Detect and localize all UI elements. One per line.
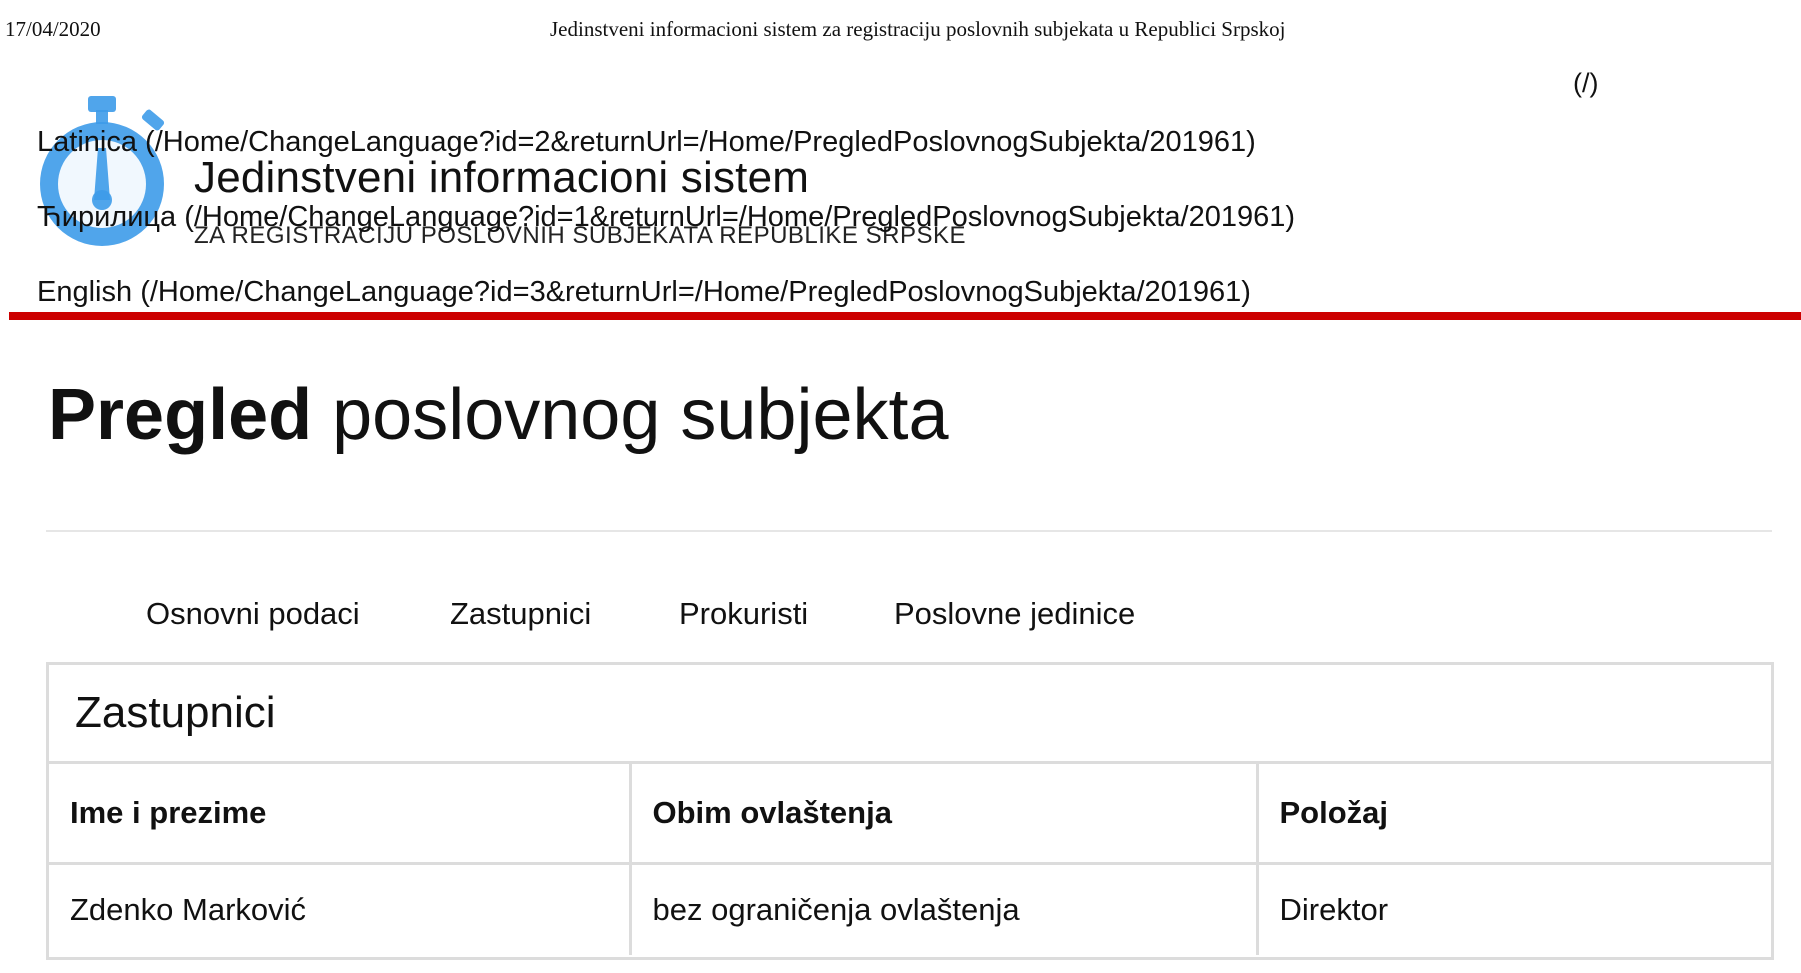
cell-authority: bez ograničenja ovlaštenja — [630, 863, 1259, 955]
section-divider — [46, 530, 1772, 532]
page-title-rest: poslovnog subjekta — [332, 375, 949, 455]
cell-name: Zdenko Marković — [49, 863, 632, 955]
language-url: (/Home/ChangeLanguage?id=3&returnUrl=/Ho… — [140, 276, 1251, 308]
tab-poslovne-jedinice[interactable]: Poslovne jedinice — [894, 596, 1135, 632]
column-header-authority: Obim ovlaštenja — [630, 764, 1259, 865]
tab-prokuristi[interactable]: Prokuristi — [679, 596, 808, 632]
language-url: (/Home/ChangeLanguage?id=1&returnUrl=/Ho… — [184, 201, 1295, 233]
print-date: 17/04/2020 — [5, 17, 101, 41]
language-url: (/Home/ChangeLanguage?id=2&returnUrl=/Ho… — [145, 126, 1256, 158]
tab-zastupnici[interactable]: Zastupnici — [450, 596, 591, 632]
column-header-name: Ime i prezime — [49, 764, 632, 865]
brand-title: Jedinstveni informacioni sistem — [194, 153, 810, 202]
tab-osnovni-podaci[interactable]: Osnovni podaci — [146, 596, 360, 632]
language-label: Ћирилица — [37, 201, 177, 233]
language-link-english[interactable]: English (/Home/ChangeLanguage?id=3&retur… — [37, 276, 1251, 309]
column-header-position: Položaj — [1257, 764, 1771, 865]
representatives-panel: Zastupnici Ime i prezime Obim ovlaštenja… — [46, 662, 1774, 960]
language-label: English — [37, 276, 133, 308]
table-header-row: Ime i prezime Obim ovlaštenja Položaj — [49, 764, 1771, 865]
language-link-latinica[interactable]: Latinica (/Home/ChangeLanguage?id=2&retu… — [37, 126, 1256, 159]
page-title-bold: Pregled — [48, 375, 313, 455]
table-row: Zdenko Marković bez ograničenja ovlašten… — [49, 863, 1771, 955]
page-title: Pregled poslovnog subjekta — [48, 374, 949, 456]
representatives-table: Ime i prezime Obim ovlaštenja Položaj Zd… — [49, 764, 1771, 955]
header-divider — [9, 312, 1801, 320]
home-link[interactable]: (/) — [1573, 68, 1598, 99]
language-label: Latinica — [37, 126, 137, 158]
panel-heading: Zastupnici — [49, 665, 1771, 764]
cell-position: Direktor — [1279, 892, 1389, 927]
language-link-cirilica[interactable]: Ћирилица (/Home/ChangeLanguage?id=1&retu… — [37, 201, 1295, 234]
tab-bar: Osnovni podaci Zastupnici Prokuristi Pos… — [108, 590, 1772, 667]
print-header-title: Jedinstveni informacioni sistem za regis… — [550, 17, 1286, 41]
